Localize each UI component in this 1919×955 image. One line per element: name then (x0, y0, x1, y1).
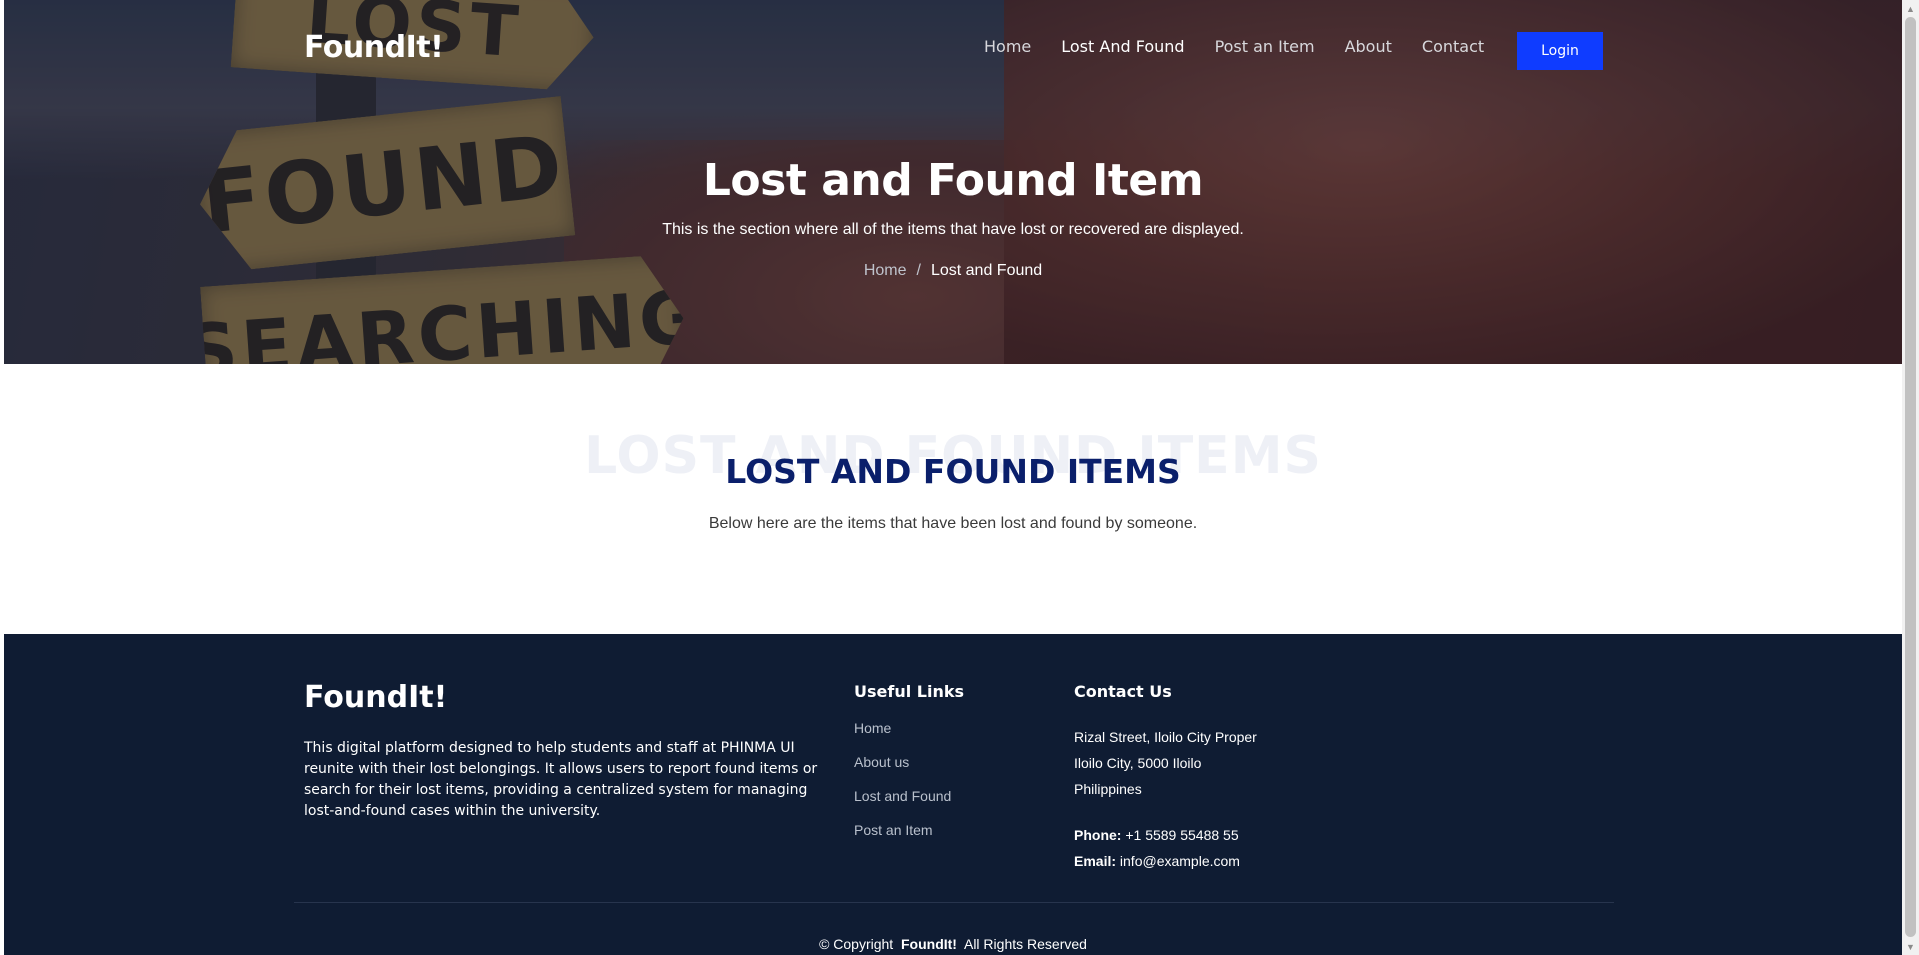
address-line-1: Rizal Street, Iloilo City Proper (1074, 729, 1257, 745)
useful-links-list: Home About us Lost and Found Post an Ite… (854, 720, 951, 856)
address-line-2: Iloilo City, 5000 Iloilo (1074, 755, 1202, 771)
page-title: Lost and Found Item (702, 155, 1204, 206)
nav-home[interactable]: Home (984, 37, 1031, 56)
vertical-scrollbar[interactable]: ▲ ▼ (1902, 0, 1919, 955)
email-row: Email: info@example.com (1074, 848, 1274, 874)
items-section: LOST AND FOUND ITEMS LOST AND FOUND ITEM… (4, 364, 1902, 634)
breadcrumb-home[interactable]: Home (864, 262, 907, 279)
site-logo[interactable]: FoundIt! (304, 30, 444, 65)
copyright-suffix: All Rights Reserved (963, 936, 1087, 952)
phone-value: +1 5589 55488 55 (1125, 827, 1239, 843)
page: LOST FOUND SEARCHING FoundIt! Home Lost … (4, 0, 1902, 955)
scroll-down-arrow-icon[interactable]: ▼ (1902, 938, 1919, 955)
phone-label: Phone: (1074, 827, 1122, 843)
copyright: © Copyright FoundIt! All Rights Reserved (4, 936, 1902, 952)
section-title: LOST AND FOUND ITEMS (725, 452, 1181, 491)
nav-post-item[interactable]: Post an Item (1215, 37, 1315, 56)
phone-row: Phone: +1 5589 55488 55 (1074, 822, 1274, 848)
nav-contact[interactable]: Contact (1422, 37, 1484, 56)
breadcrumb-separator: / (916, 262, 921, 279)
copyright-prefix: © Copyright (819, 936, 894, 952)
navbar: FoundIt! Home Lost And Found Post an Ite… (4, 0, 1902, 100)
nav-about[interactable]: About (1345, 37, 1392, 56)
scroll-up-arrow-icon[interactable]: ▲ (1902, 0, 1919, 17)
login-button[interactable]: Login (1517, 32, 1603, 70)
contact-info: Rizal Street, Iloilo City Proper Iloilo … (1074, 724, 1274, 874)
footer-divider (294, 902, 1614, 903)
email-label: Email: (1074, 853, 1117, 869)
footer-logo[interactable]: FoundIt! (304, 680, 447, 715)
contact-heading: Contact Us (1074, 682, 1172, 701)
page-subtitle: This is the section where all of the ite… (662, 221, 1244, 238)
footer-link-about[interactable]: About us (854, 754, 951, 788)
section-description: Below here are the items that have been … (708, 515, 1198, 532)
breadcrumb-current: Lost and Found (930, 262, 1043, 279)
footer-link-lost-and-found[interactable]: Lost and Found (854, 788, 951, 822)
footer-about-text: This digital platform designed to help s… (304, 740, 818, 819)
useful-links-heading: Useful Links (854, 682, 965, 701)
breadcrumb: Home / Lost and Found (4, 262, 1902, 280)
footer-link-home[interactable]: Home (854, 720, 951, 754)
scroll-thumb[interactable] (1905, 17, 1916, 937)
email-value[interactable]: info@example.com (1120, 853, 1240, 869)
hero-banner: LOST FOUND SEARCHING FoundIt! Home Lost … (4, 0, 1902, 364)
copyright-brand: FoundIt! (900, 936, 957, 952)
nav-lost-and-found[interactable]: Lost And Found (1061, 37, 1184, 56)
main-nav: Home Lost And Found Post an Item About C… (984, 37, 1514, 56)
footer-link-post-item[interactable]: Post an Item (854, 822, 951, 856)
footer: FoundIt! This digital platform designed … (4, 634, 1902, 955)
address-line-3: Philippines (1074, 781, 1142, 797)
